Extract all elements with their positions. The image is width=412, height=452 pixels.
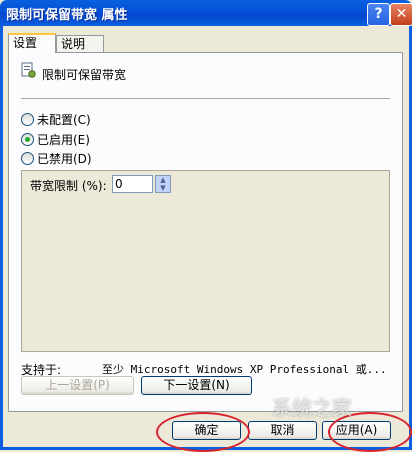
watermark: 系统之家: [272, 396, 352, 420]
title-bar: 限制可保留带宽 属性 ? ✕: [0, 0, 412, 26]
policy-icon: [21, 62, 36, 78]
tab-explain[interactable]: 说明: [56, 35, 104, 52]
close-button[interactable]: ✕: [390, 3, 412, 26]
tab-settings[interactable]: 设置: [8, 33, 56, 53]
radio-enabled-label: 已启用(E): [37, 132, 90, 147]
spin-up-icon[interactable]: ▲: [156, 176, 170, 184]
policy-title: 限制可保留带宽: [42, 68, 127, 82]
radio-not-configured[interactable]: 未配置(C): [21, 111, 91, 127]
annotation-circle-ok: [156, 412, 250, 452]
divider: [21, 98, 390, 99]
spin-down-icon[interactable]: ▼: [156, 184, 170, 192]
radio-enabled[interactable]: 已启用(E): [21, 131, 90, 147]
radio-disabled[interactable]: 已禁用(D): [21, 150, 92, 166]
next-setting-button[interactable]: 下一设置(N): [141, 376, 252, 395]
radio-disabled-label: 已禁用(D): [37, 151, 92, 166]
radio-not-configured-circle[interactable]: [21, 112, 34, 126]
bandwidth-limit-label: 带宽限制 (%):: [30, 179, 107, 193]
previous-setting-button[interactable]: 上一设置(P): [21, 376, 134, 395]
supported-on-value: 至少 Microsoft Windows XP Professional 或..…: [102, 363, 387, 376]
radio-enabled-circle[interactable]: [21, 132, 34, 146]
radio-disabled-circle[interactable]: [21, 151, 34, 165]
cancel-button[interactable]: 取消: [248, 421, 317, 440]
bandwidth-spinner[interactable]: ▲ ▼: [155, 175, 171, 193]
bandwidth-limit-input[interactable]: 0: [112, 175, 153, 193]
window-title: 限制可保留带宽 属性: [6, 8, 128, 23]
radio-not-configured-label: 未配置(C): [37, 112, 91, 127]
options-box: [21, 170, 390, 352]
help-button[interactable]: ?: [367, 3, 390, 26]
